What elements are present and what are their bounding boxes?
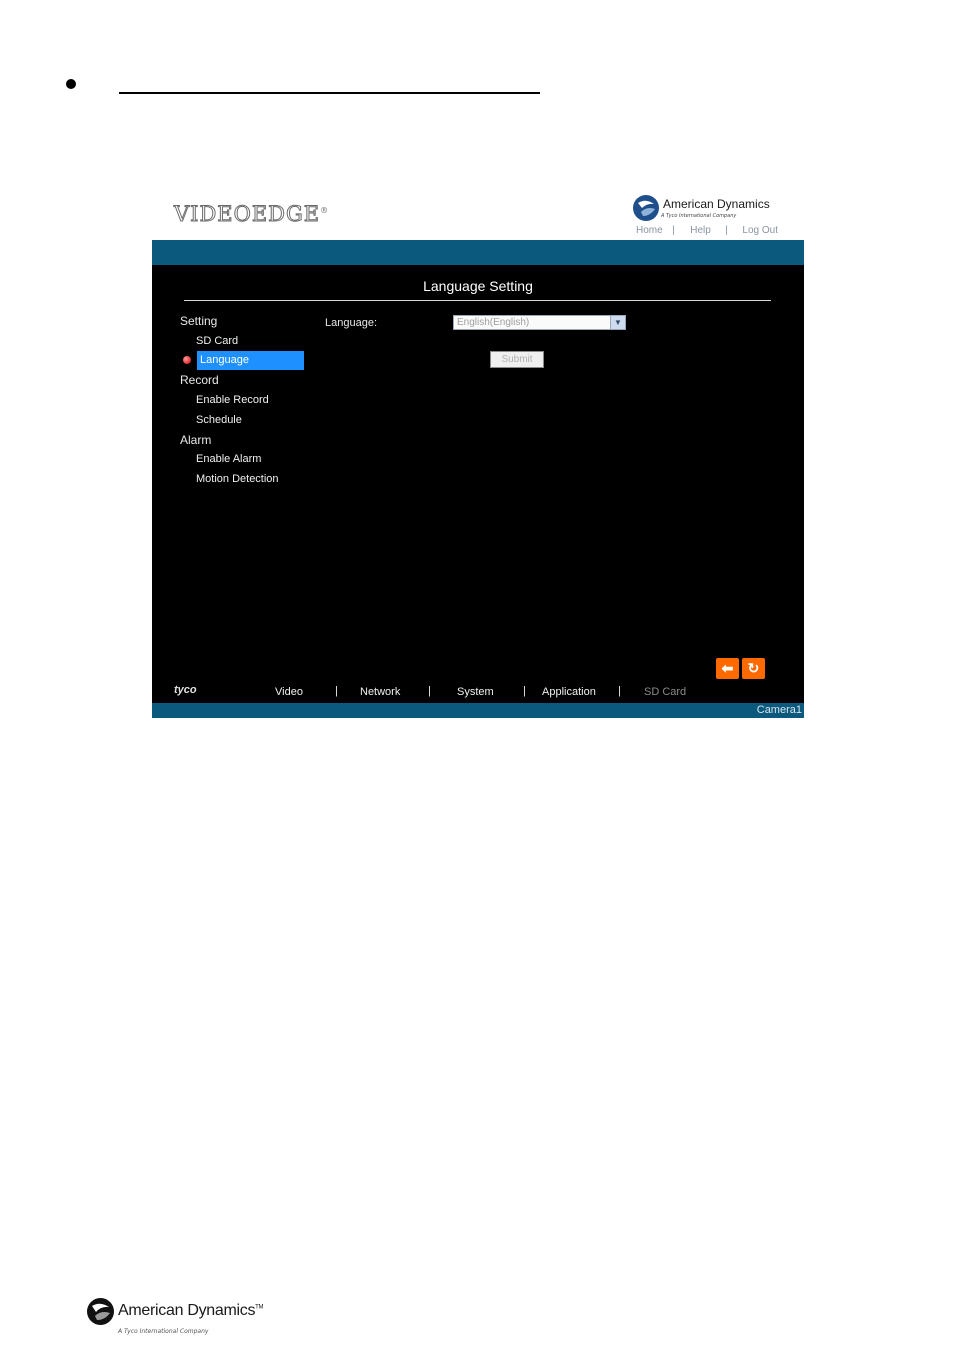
bottom-blue-band: Camera1 [152,703,804,718]
menu-item-enable-alarm[interactable]: Enable Alarm [196,453,261,465]
top-blue-band [152,240,804,265]
american-dynamics-footer-logo-icon [87,1298,114,1325]
link-separator: | [725,225,728,236]
menu-head-setting: Setting [180,314,218,328]
menu-item-schedule[interactable]: Schedule [196,414,242,426]
language-label: Language: [325,317,377,329]
videoedge-logo: VIDEOEDGE® [173,202,330,227]
nav-separator: | [523,685,526,697]
nav-separator: | [618,685,621,697]
back-arrow-icon[interactable]: ⬅ [716,658,739,679]
camera-web-ui: VIDEOEDGE® American Dynamics A Tyco Inte… [152,184,804,718]
menu-item-sd-card[interactable]: SD Card [196,335,238,347]
footer-tagline: A Tyco International Company [118,1328,209,1335]
settings-panel: Language Setting Setting SD Card Languag… [152,265,804,703]
nav-separator: | [428,685,431,697]
american-dynamics-logo-icon [633,195,659,221]
brand-name: American Dynamics [663,197,770,211]
nav-application[interactable]: Application [542,686,596,698]
nav-sd-card[interactable]: SD Card [644,686,686,698]
videoedge-logo-text: VIDEOEDGE [173,202,321,227]
help-link[interactable]: Help [690,225,711,236]
chevron-down-icon[interactable]: ▼ [610,316,625,329]
menu-head-alarm: Alarm [180,433,212,447]
bullet-point [66,79,76,89]
footer-brand-name-text: American Dynamics [118,1302,256,1319]
language-select[interactable]: English(English) ▼ [453,315,626,330]
title-divider [184,300,771,301]
menu-item-enable-record[interactable]: Enable Record [196,394,269,406]
home-link[interactable]: Home [636,225,663,236]
page-title: Language Setting [423,278,533,294]
brand-tagline: A Tyco International Company [661,213,737,219]
menu-item-language[interactable]: Language [197,351,304,370]
logout-link[interactable]: Log Out [742,225,778,236]
link-separator: | [672,225,675,236]
language-select-value: English(English) [457,317,530,328]
footer-trademark: TM [255,1304,264,1311]
selected-indicator-icon [183,356,191,364]
tyco-logo: tyco [174,684,197,696]
refresh-icon[interactable]: ↻ [742,658,765,679]
nav-separator: | [335,685,338,697]
footer-brand-name: American DynamicsTM [118,1302,264,1320]
menu-head-record: Record [180,373,219,387]
ui-header: VIDEOEDGE® American Dynamics A Tyco Inte… [152,184,804,240]
nav-system[interactable]: System [457,686,494,698]
nav-video[interactable]: Video [275,686,303,698]
menu-item-motion-detection[interactable]: Motion Detection [196,473,279,485]
camera-label: Camera1 [756,704,802,716]
top-links: Home | Help | Log Out [636,225,778,236]
document-underline [119,92,540,94]
nav-network[interactable]: Network [360,686,400,698]
submit-button[interactable]: Submit [490,351,544,368]
